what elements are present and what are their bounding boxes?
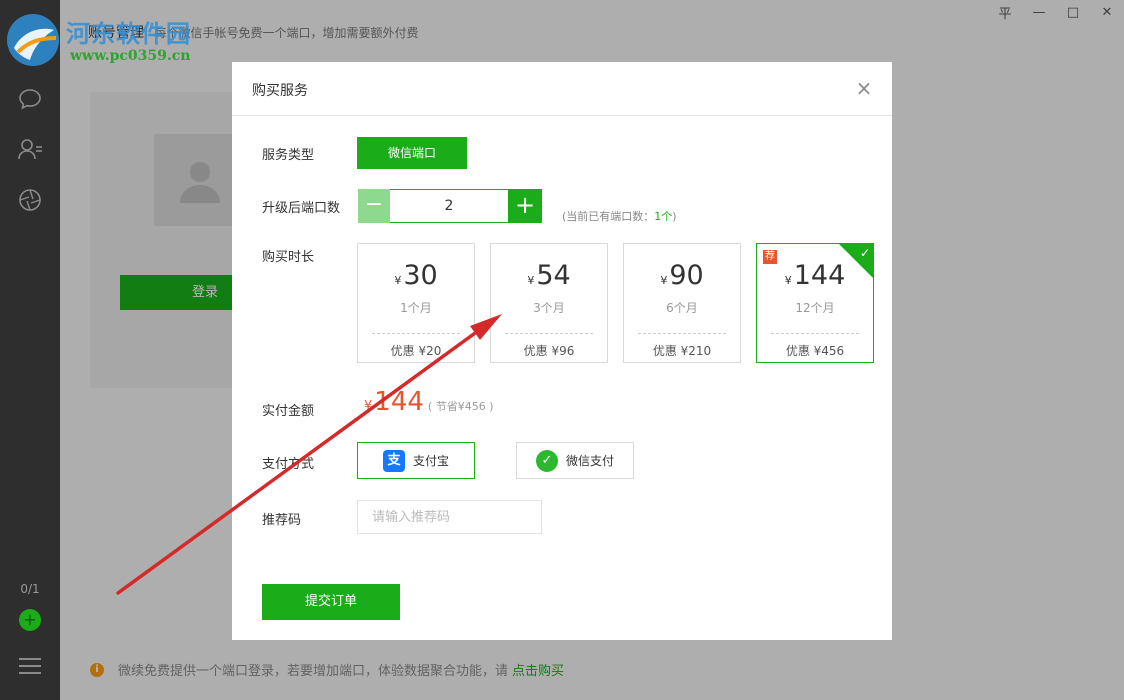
- watermark-title: 河东软件园: [66, 20, 191, 48]
- amount-savings: ( 节省¥456 ): [427, 400, 494, 413]
- payment-label: 支付方式: [262, 457, 315, 472]
- plan-discount: 优惠 ¥456: [785, 344, 845, 358]
- aperture-icon[interactable]: [17, 187, 43, 213]
- plan-discount: 优惠 ¥96: [523, 344, 575, 358]
- watermark-url: www.pc0359.cn: [70, 48, 191, 64]
- dialog-title: 购买服务: [252, 83, 308, 99]
- port-stepper: − 2 +: [358, 189, 542, 223]
- amount-label: 实付金额: [262, 404, 315, 419]
- ports-label: 升级后端口数: [262, 201, 341, 216]
- wechat-pay-icon: ✓: [535, 449, 558, 472]
- plan-months: 3个月: [533, 301, 565, 315]
- alipay-button[interactable]: 支 支付宝: [357, 442, 475, 479]
- service-type-label: 服务类型: [262, 148, 315, 163]
- plan-months: 1个月: [400, 301, 432, 315]
- plan-card-3-months[interactable]: ¥54 3个月 优惠 ¥96: [490, 243, 608, 363]
- plan-months: 6个月: [666, 301, 698, 315]
- chat-icon[interactable]: [17, 86, 43, 112]
- plan-price: 90: [669, 260, 704, 291]
- plan-months: 12个月: [795, 301, 835, 315]
- close-icon[interactable]: ×: [854, 78, 874, 98]
- decrement-button[interactable]: −: [358, 189, 390, 223]
- increment-button[interactable]: +: [508, 189, 542, 223]
- dialog-header: 购买服务 ×: [232, 62, 892, 116]
- add-port-button[interactable]: +: [19, 609, 41, 631]
- plan-price: 54: [536, 260, 571, 291]
- plan-price: 30: [403, 260, 438, 291]
- referral-label: 推荐码: [262, 513, 302, 528]
- amount-number: 144: [374, 387, 424, 417]
- duration-label: 购买时长: [262, 250, 315, 265]
- referral-input[interactable]: [357, 500, 542, 534]
- port-count: 0/1: [20, 582, 40, 596]
- plan-price: 144: [793, 260, 846, 291]
- amount-value: ¥ 144 ( 节省¥456 ): [364, 387, 494, 417]
- plan-discount: 优惠 ¥210: [652, 344, 712, 358]
- alipay-icon: 支: [382, 449, 405, 472]
- service-type-button[interactable]: 微信端口: [357, 137, 467, 169]
- plan-card-1-month[interactable]: ¥30 1个月 优惠 ¥20: [357, 243, 475, 363]
- current-ports-hint: (当前已有端口数：1个): [562, 210, 677, 223]
- watermark-logo-icon: [7, 14, 59, 66]
- plan-card-12-months[interactable]: 荐 ✓ ¥144 12个月 优惠 ¥456: [756, 243, 874, 363]
- port-count-input[interactable]: 2: [390, 189, 508, 223]
- plan-card-6-months[interactable]: ¥90 6个月 优惠 ¥210: [623, 243, 741, 363]
- plan-discount: 优惠 ¥20: [390, 344, 442, 358]
- left-sidebar: 0/1 +: [0, 0, 60, 700]
- menu-icon[interactable]: [19, 658, 41, 679]
- purchase-dialog: 购买服务 × 服务类型 微信端口 升级后端口数 − 2 + (当前已有端口数：1…: [232, 62, 892, 640]
- submit-order-button[interactable]: 提交订单: [262, 584, 400, 620]
- contacts-icon[interactable]: [17, 136, 43, 162]
- wechat-pay-button[interactable]: ✓ 微信支付: [516, 442, 634, 479]
- watermark: 河东软件园 www.pc0359.cn: [4, 8, 234, 68]
